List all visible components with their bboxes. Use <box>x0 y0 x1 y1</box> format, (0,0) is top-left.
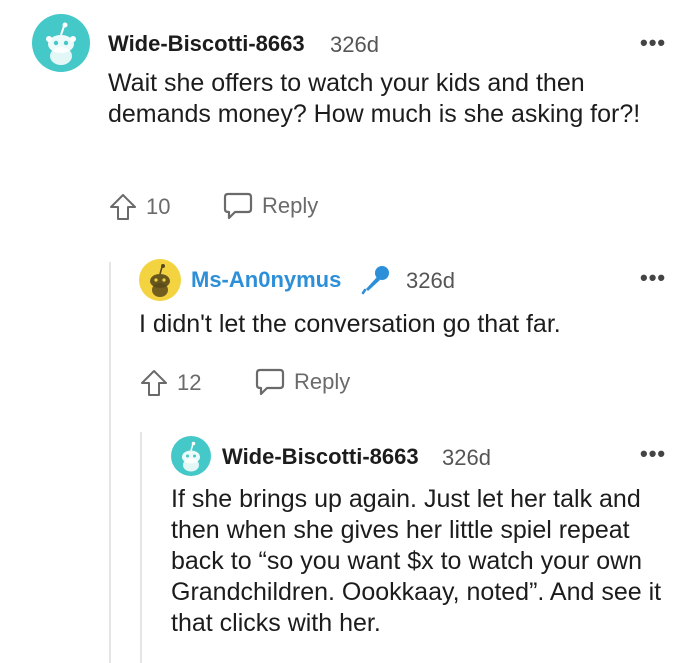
username[interactable]: Wide-Biscotti-8663 <box>222 444 419 470</box>
comment-age: 326d <box>442 445 491 470</box>
comment-body: If she brings up again. Just let her tal… <box>171 485 662 637</box>
more-options-icon[interactable]: ••• <box>640 443 666 465</box>
snoo-avatar-icon <box>171 436 211 476</box>
comment: Wide-Biscotti-8663 326d ••• If she bring… <box>0 0 700 663</box>
avatar[interactable] <box>171 436 211 476</box>
